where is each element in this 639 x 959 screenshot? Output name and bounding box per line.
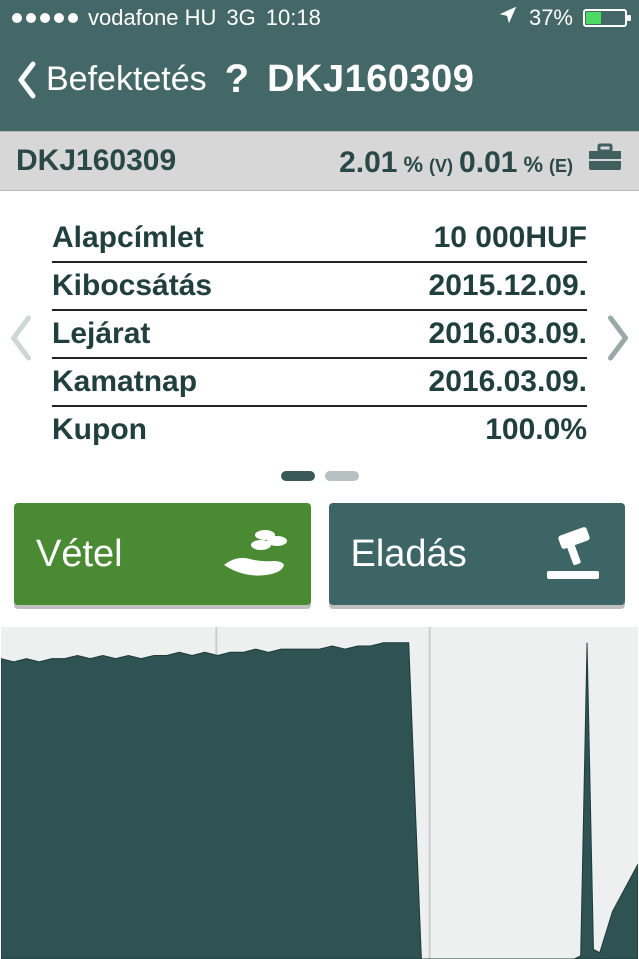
price-chart[interactable] <box>1 627 638 959</box>
location-icon <box>497 4 519 32</box>
detail-row: Kamatnap 2016.03.09. <box>52 359 587 407</box>
detail-row: Lejárat 2016.03.09. <box>52 311 587 359</box>
detail-row: Kibocsátás 2015.12.09. <box>52 263 587 311</box>
area-chart-svg <box>1 627 638 959</box>
chevron-left-icon <box>14 60 40 100</box>
detail-value: 100.0% <box>485 413 587 447</box>
sell-button[interactable]: Eladás <box>329 503 626 605</box>
clock-label: 10:18 <box>266 5 321 31</box>
v-percent: % <box>403 152 423 178</box>
help-label: ? <box>225 57 249 101</box>
status-bar: vodafone HU 3G 10:18 37% <box>0 0 639 35</box>
detail-value: 2015.12.09. <box>429 269 587 303</box>
buy-label: Vétel <box>36 533 123 576</box>
buy-button[interactable]: Vétel <box>14 503 311 605</box>
detail-value: 10 000HUF <box>434 221 587 255</box>
detail-label: Kamatnap <box>52 365 197 399</box>
detail-value: 2016.03.09. <box>429 317 587 351</box>
details-prev-button[interactable] <box>6 308 36 373</box>
detail-row: Alapcímlet 10 000HUF <box>52 215 587 263</box>
detail-label: Kupon <box>52 413 147 447</box>
network-label: 3G <box>226 5 255 31</box>
chart-container <box>0 627 639 959</box>
summary-strip: DKJ160309 2.01 % (V) 0.01 % (E) <box>0 131 639 191</box>
e-tag: (E) <box>549 156 573 177</box>
ticker-label: DKJ160309 <box>16 144 176 178</box>
detail-label: Lejárat <box>52 317 150 351</box>
details-next-button[interactable] <box>603 308 633 373</box>
portfolio-button[interactable] <box>587 142 623 172</box>
chevron-right-icon <box>603 308 633 368</box>
e-percent: % <box>523 152 543 178</box>
coins-hand-icon <box>219 525 289 583</box>
details-pager[interactable] <box>52 471 587 481</box>
detail-value: 2016.03.09. <box>429 365 587 399</box>
sell-label: Eladás <box>351 533 467 576</box>
page-title: DKJ160309 <box>267 58 474 101</box>
details-panel: Alapcímlet 10 000HUF Kibocsátás 2015.12.… <box>0 191 639 503</box>
briefcase-icon <box>587 142 623 172</box>
battery-percent-label: 37% <box>529 5 573 31</box>
help-button[interactable]: ? <box>225 57 249 102</box>
back-label: Befektetés <box>46 60 207 99</box>
pager-dot[interactable] <box>281 471 315 481</box>
v-tag: (V) <box>429 156 453 177</box>
pager-dot[interactable] <box>325 471 359 481</box>
battery-icon <box>583 9 627 27</box>
detail-row: Kupon 100.0% <box>52 407 587 453</box>
signal-dots-icon <box>12 13 78 23</box>
back-button[interactable]: Befektetés <box>14 60 207 100</box>
chevron-left-icon <box>6 308 36 368</box>
detail-label: Alapcímlet <box>52 221 204 255</box>
carrier-label: vodafone HU <box>88 5 216 31</box>
v-value: 2.01 <box>339 146 397 180</box>
gavel-icon <box>533 525 603 583</box>
nav-bar: Befektetés ? DKJ160309 <box>0 35 639 131</box>
rate-values: 2.01 % (V) 0.01 % (E) <box>339 142 623 180</box>
actions-row: Vétel Eladás <box>0 503 639 605</box>
detail-label: Kibocsátás <box>52 269 212 303</box>
e-value: 0.01 <box>459 146 517 180</box>
